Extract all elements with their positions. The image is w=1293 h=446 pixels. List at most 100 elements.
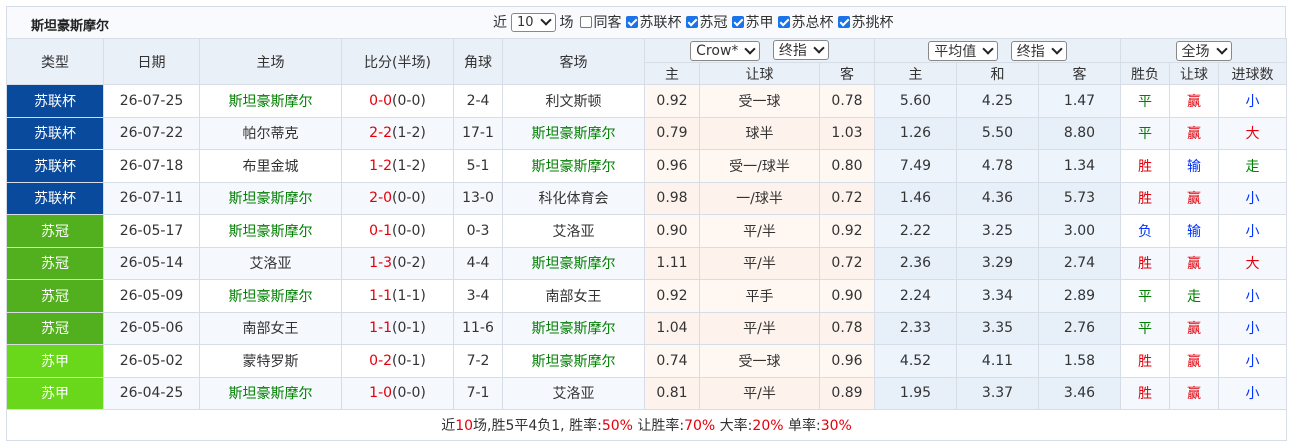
league-checkbox-challenge-cup[interactable] (837, 16, 850, 28)
col-header-eu-home: 主 (874, 62, 958, 85)
home-team-link[interactable]: 斯坦豪斯摩尔 (199, 181, 342, 215)
full-time-score[interactable]: 1-2 (369, 158, 392, 174)
result-scope-select[interactable]: 全场 (1175, 40, 1232, 61)
score-cell: 1-1(1-1) (341, 279, 454, 313)
home-team-link[interactable]: 布里金城 (199, 149, 342, 183)
half-time-score: (0-0) (392, 385, 426, 402)
ah-result: 走 (1169, 279, 1220, 313)
panel-header: 斯坦豪斯摩尔 近 10 场 同客 苏联杯 苏冠 苏甲 苏总杯 苏挑杯 (6, 6, 1286, 38)
ah-away-odds: 0.80 (818, 149, 876, 183)
ah-result: 赢 (1169, 311, 1220, 345)
ah-away-odds: 0.96 (818, 344, 876, 378)
away-team-link[interactable]: 斯坦豪斯摩尔 (502, 311, 645, 345)
date-cell: 26-04-25 (103, 376, 200, 410)
home-team-link[interactable]: 蒙特罗斯 (199, 344, 342, 378)
score-cell: 0-2(0-1) (341, 344, 454, 378)
eu-away-odds: 2.89 (1038, 279, 1122, 313)
corners-cell: 3-4 (453, 279, 503, 313)
full-time-score[interactable]: 1-1 (369, 320, 392, 336)
league-cell[interactable]: 苏冠 (6, 214, 104, 248)
ah-away-odds: 0.72 (818, 246, 876, 280)
score-cell: 0-1(0-0) (341, 214, 454, 248)
ah-away-odds: 0.72 (818, 181, 876, 215)
away-team-link[interactable]: 艾洛亚 (502, 376, 645, 410)
col-header-date: 日期 (103, 38, 200, 85)
full-time-score[interactable]: 2-0 (369, 190, 392, 206)
home-team-link[interactable]: 艾洛亚 (199, 246, 342, 280)
full-time-score[interactable]: 0-0 (369, 93, 392, 109)
league-cell[interactable]: 苏联杯 (6, 84, 104, 118)
eu-away-odds: 3.46 (1038, 376, 1122, 410)
ah-stage-select[interactable]: 终指 (772, 40, 829, 60)
ah-result: 赢 (1169, 116, 1220, 150)
away-team-link[interactable]: 利文斯顿 (502, 84, 645, 118)
col-header-eu-draw: 和 (956, 62, 1040, 85)
ah-handicap-line: 平/半 (699, 246, 820, 280)
home-team-link[interactable]: 斯坦豪斯摩尔 (199, 84, 342, 118)
full-time-score[interactable]: 1-1 (369, 288, 392, 304)
league-checkbox-championship[interactable] (731, 16, 744, 28)
summary-over-rate: 20% (752, 418, 784, 434)
ah-home-odds: 0.74 (644, 344, 700, 378)
league-checkbox-total-cup[interactable] (777, 16, 790, 28)
ah-handicap-line: 受一/球半 (699, 149, 820, 183)
eu-away-odds: 1.58 (1038, 344, 1122, 378)
away-team-link[interactable]: 艾洛亚 (502, 214, 645, 248)
corners-cell: 5-1 (453, 149, 503, 183)
league-checkbox-premiership[interactable] (685, 16, 698, 28)
full-time-score[interactable]: 0-2 (369, 353, 392, 369)
league-cell[interactable]: 苏甲 (6, 376, 104, 410)
league-cell[interactable]: 苏冠 (6, 311, 104, 345)
ah-home-odds: 0.79 (644, 116, 700, 150)
ah-company-select[interactable]: Crow* (690, 41, 761, 61)
col-header-ah-handicap: 让球 (699, 62, 820, 85)
league-filter-label: 苏挑杯 (851, 15, 894, 31)
away-team-link[interactable]: 斯坦豪斯摩尔 (502, 116, 645, 150)
league-cell[interactable]: 苏联杯 (6, 181, 104, 215)
date-cell: 26-07-25 (103, 84, 200, 118)
same-home-checkbox[interactable] (579, 16, 592, 28)
league-cell[interactable]: 苏冠 (6, 246, 104, 280)
league-cell[interactable]: 苏甲 (6, 344, 104, 378)
home-team-link[interactable]: 斯坦豪斯摩尔 (199, 214, 342, 248)
chevron-down-icon (982, 42, 994, 55)
full-time-score[interactable]: 0-1 (369, 223, 392, 239)
league-cell[interactable]: 苏联杯 (6, 116, 104, 150)
ah-handicap-line: 平/半 (699, 311, 820, 345)
league-filter-label: 苏冠 (699, 15, 728, 31)
goals-result: 小 (1218, 376, 1288, 410)
summary-match-count: 10 (455, 418, 474, 434)
match-row: 苏冠 26-05-14 艾洛亚 1-3(0-2) 4-4 斯坦豪斯摩尔 1.11 平/半 0.7… (6, 246, 1288, 280)
home-team-link[interactable]: 斯坦豪斯摩尔 (199, 279, 342, 313)
home-team-link[interactable]: 南部女王 (199, 311, 342, 345)
summary-text: 单率: (783, 418, 821, 434)
eu-kind-select[interactable]: 平均值 (928, 40, 999, 61)
full-time-score[interactable]: 1-3 (369, 255, 392, 271)
away-team-link[interactable]: 科化体育会 (502, 181, 645, 215)
away-team-link[interactable]: 斯坦豪斯摩尔 (502, 149, 645, 183)
goals-result: 小 (1218, 344, 1288, 378)
eu-draw-odds: 4.25 (956, 84, 1040, 118)
league-checkbox-cup[interactable] (625, 16, 638, 28)
ah-home-odds: 0.92 (644, 84, 700, 118)
away-team-link[interactable]: 斯坦豪斯摩尔 (502, 344, 645, 378)
ah-handicap-line: 平/半 (699, 376, 820, 410)
league-cell[interactable]: 苏联杯 (6, 149, 104, 183)
summary-win-rate: 50% (601, 418, 633, 434)
full-time-score[interactable]: 1-0 (369, 385, 392, 401)
away-team-link[interactable]: 斯坦豪斯摩尔 (502, 246, 645, 280)
eu-stage-select[interactable]: 终指 (1010, 40, 1067, 61)
eu-draw-odds: 3.34 (956, 279, 1040, 313)
ah-result: 赢 (1169, 181, 1220, 215)
away-team-link[interactable]: 南部女王 (502, 279, 645, 313)
eu-draw-odds: 3.25 (956, 214, 1040, 248)
half-time-score: (1-2) (392, 125, 426, 142)
full-time-score[interactable]: 2-2 (369, 125, 392, 141)
corners-cell: 11-6 (453, 311, 503, 345)
home-team-link[interactable]: 斯坦豪斯摩尔 (199, 376, 342, 410)
date-cell: 26-05-09 (103, 279, 200, 313)
recent-count-select[interactable]: 10 (511, 12, 556, 32)
league-cell[interactable]: 苏冠 (6, 279, 104, 313)
home-team-link[interactable]: 帕尔蒂克 (199, 116, 342, 150)
goals-result: 走 (1218, 149, 1288, 183)
